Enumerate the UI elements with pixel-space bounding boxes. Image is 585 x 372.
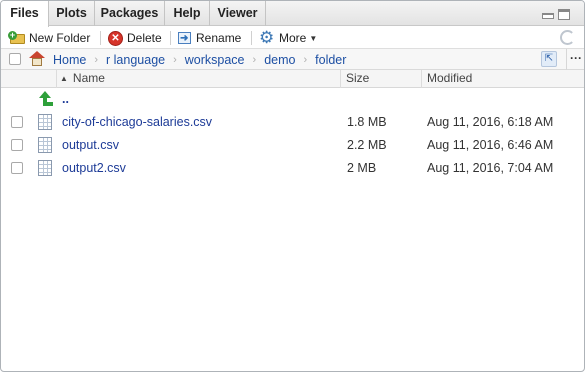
up-arrow-icon — [37, 91, 53, 107]
new-folder-label: New Folder — [29, 31, 91, 45]
files-toolbar: + New Folder ✕ Delete ➜ Rename ⚙ More ▼ — [1, 27, 584, 49]
file-name-link[interactable]: output2.csv — [62, 161, 126, 175]
breadcrumb-workspace[interactable]: workspace — [185, 53, 245, 67]
file-name-link[interactable]: city-of-chicago-salaries.csv — [62, 115, 212, 129]
refresh-icon[interactable] — [560, 30, 575, 45]
tab-plots[interactable]: Plots — [49, 1, 95, 26]
size-column-header[interactable]: Size — [346, 70, 369, 88]
new-folder-icon: + — [8, 30, 25, 46]
file-size: 2 MB — [347, 161, 377, 175]
more-menu-button[interactable]: ⚙ More ▼ — [259, 27, 317, 49]
chevron-right-icon: › — [173, 53, 177, 66]
select-all-checkbox[interactable] — [9, 53, 21, 65]
file-modified: Aug 11, 2016, 6:18 AM — [427, 115, 554, 129]
tab-files[interactable]: Files — [1, 1, 49, 27]
csv-file-icon — [38, 137, 52, 153]
row-checkbox[interactable] — [11, 139, 23, 151]
name-column-header[interactable]: ▲ Name — [60, 70, 340, 88]
more-options-icon[interactable]: ··· — [566, 49, 584, 70]
toolbar-divider — [100, 31, 101, 45]
breadcrumb-path: Home › r language › workspace › demo › f… — [53, 49, 346, 70]
parent-directory-link[interactable]: .. — [62, 92, 69, 106]
breadcrumb-r-language[interactable]: r language — [106, 53, 165, 67]
sort-ascending-icon: ▲ — [60, 74, 68, 83]
minimize-pane-icon[interactable] — [542, 13, 554, 19]
chevron-right-icon: › — [303, 53, 308, 66]
toolbar-divider — [170, 31, 171, 45]
breadcrumb-home[interactable]: Home — [53, 53, 86, 67]
tab-viewer[interactable]: Viewer — [210, 1, 266, 26]
rename-icon: ➜ — [176, 30, 192, 46]
column-divider — [421, 70, 422, 88]
file-size: 1.8 MB — [347, 115, 387, 129]
column-divider — [340, 70, 341, 88]
csv-file-icon — [38, 114, 52, 130]
table-row: output2.csv 2 MB Aug 11, 2016, 7:04 AM — [1, 157, 584, 180]
new-folder-button[interactable]: + New Folder — [8, 27, 91, 49]
table-row: output.csv 2.2 MB Aug 11, 2016, 6:46 AM — [1, 134, 584, 157]
breadcrumb-folder[interactable]: folder — [315, 53, 346, 67]
file-modified: Aug 11, 2016, 7:04 AM — [427, 161, 554, 175]
go-to-working-directory-icon[interactable]: ⇱ — [541, 51, 557, 67]
chevron-right-icon: › — [252, 53, 257, 66]
home-icon[interactable] — [28, 50, 46, 68]
rename-label: Rename — [196, 31, 242, 45]
gear-icon: ⚙ — [259, 28, 275, 47]
files-pane: Files Plots Packages Help Viewer + New F… — [0, 0, 585, 372]
modified-column-header[interactable]: Modified — [427, 70, 472, 88]
name-column-label: Name — [72, 71, 105, 85]
maximize-pane-icon[interactable] — [558, 9, 570, 20]
tab-bar: Files Plots Packages Help Viewer — [1, 1, 584, 27]
breadcrumb: Home › r language › workspace › demo › f… — [1, 49, 584, 70]
delete-button[interactable]: ✕ Delete — [108, 27, 162, 49]
table-row: city-of-chicago-salaries.csv 1.8 MB Aug … — [1, 111, 584, 134]
csv-file-icon — [38, 160, 52, 176]
chevron-down-icon: ▼ — [309, 33, 318, 43]
file-size: 2.2 MB — [347, 138, 387, 152]
delete-label: Delete — [127, 31, 162, 45]
file-modified: Aug 11, 2016, 6:46 AM — [427, 138, 554, 152]
row-checkbox[interactable] — [11, 162, 23, 174]
file-name-link[interactable]: output.csv — [62, 138, 119, 152]
row-checkbox[interactable] — [11, 116, 23, 128]
toolbar-divider — [251, 31, 252, 45]
file-list-header: ▲ Name Size Modified — [1, 70, 584, 88]
rename-button[interactable]: ➜ Rename — [176, 27, 241, 49]
delete-icon: ✕ — [108, 30, 123, 46]
breadcrumb-demo[interactable]: demo — [264, 53, 295, 67]
icon-column-header — [1, 70, 57, 88]
tab-help[interactable]: Help — [165, 1, 210, 26]
more-label: More — [279, 31, 307, 45]
tab-packages[interactable]: Packages — [95, 1, 165, 26]
chevron-right-icon: › — [94, 53, 99, 66]
parent-directory-row[interactable]: .. — [1, 88, 584, 111]
